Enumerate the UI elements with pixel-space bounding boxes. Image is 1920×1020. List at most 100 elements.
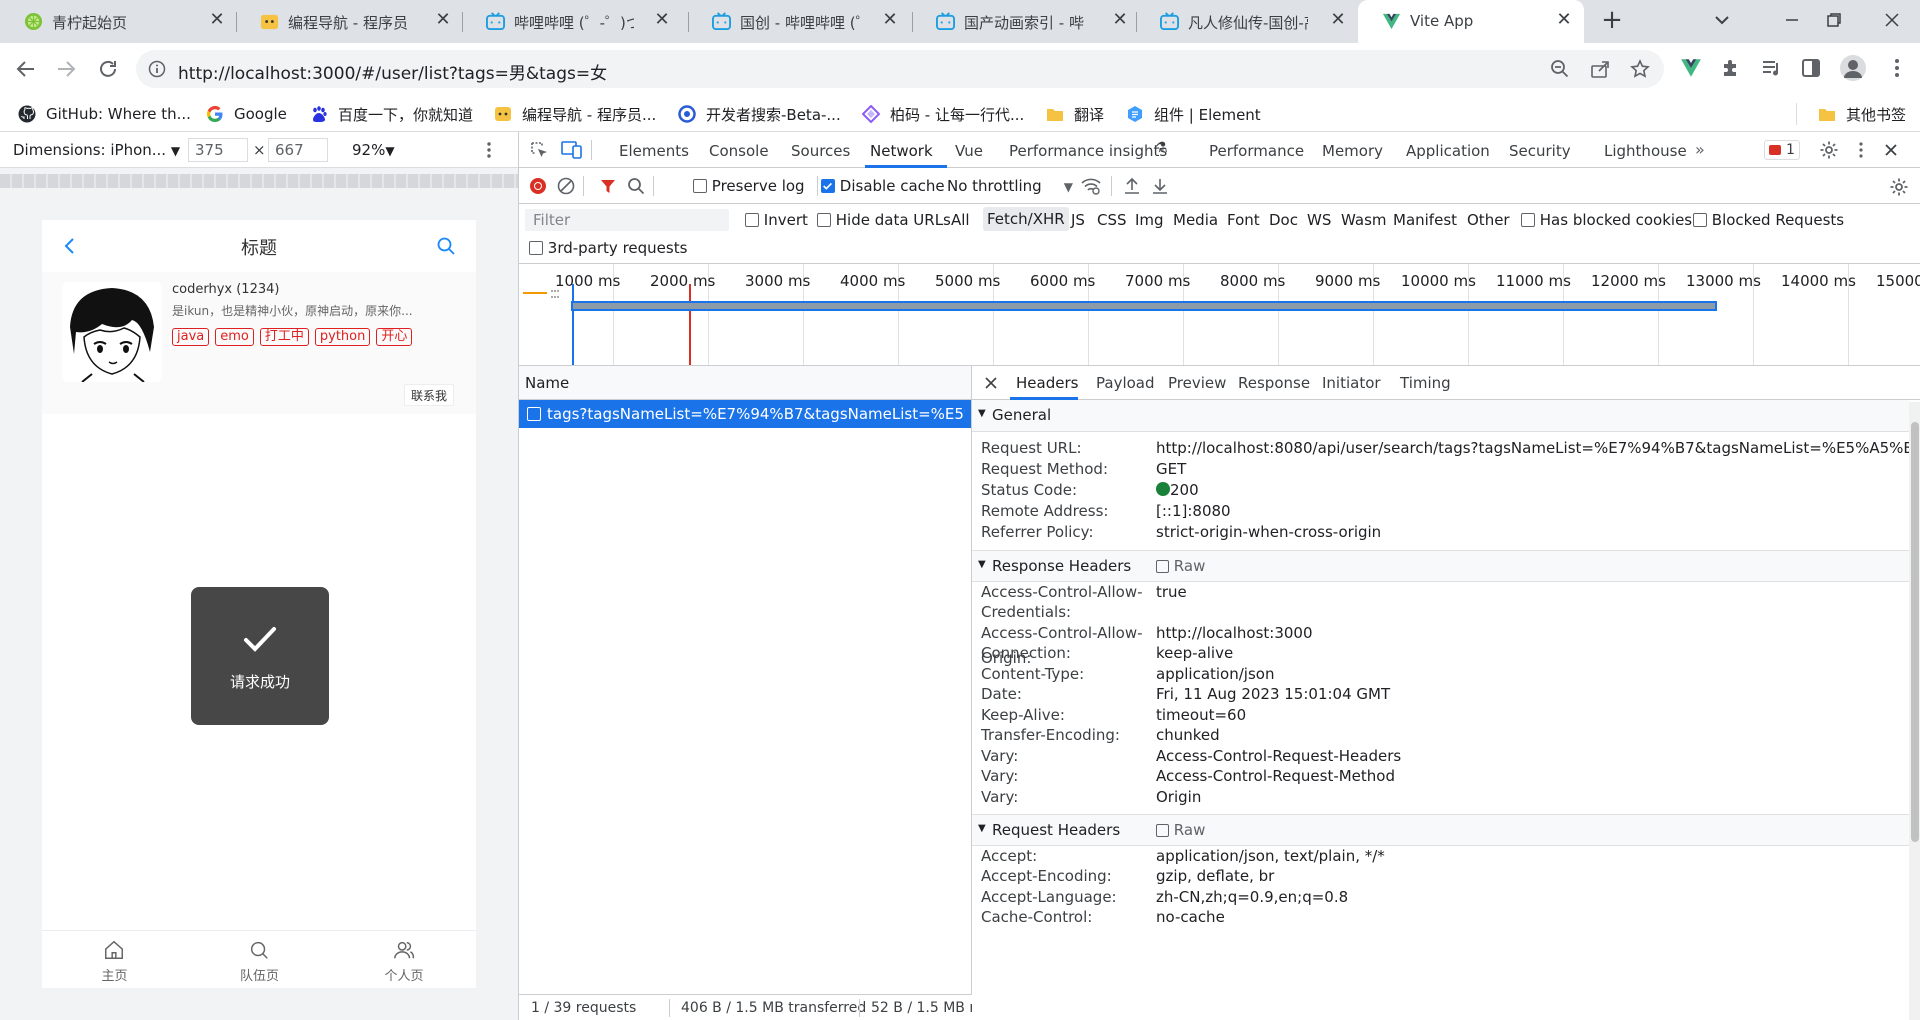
browser-tab[interactable]: 国创 - 哔哩哔哩 (゜-゜) ✕ [688, 0, 912, 43]
profile-avatar-icon[interactable] [1840, 55, 1866, 81]
omnibox[interactable]: http://localhost:3000/#/user/list?tags=男… [136, 50, 1664, 88]
bookmark-item[interactable]: 开发者搜索-Beta-... [678, 103, 841, 125]
throttling-select[interactable]: No throttling ▼ [947, 177, 1073, 195]
devtools-tab-elements[interactable]: Elements [619, 142, 689, 160]
filter-type-img[interactable]: Img [1135, 211, 1164, 229]
contact-button[interactable]: 联系我 [404, 384, 455, 406]
zoom-select[interactable]: 92%▼ [352, 141, 395, 159]
clear-icon[interactable] [557, 177, 575, 195]
close-icon[interactable]: ✕ [431, 8, 455, 32]
checkbox[interactable] [529, 241, 543, 255]
vue-devtools-icon[interactable] [1680, 57, 1702, 79]
record-icon[interactable] [529, 177, 547, 195]
browser-tab[interactable]: 凡人修仙传-国创-高清 ✕ [1136, 0, 1358, 43]
close-icon[interactable]: ✕ [1552, 8, 1576, 32]
filter-input[interactable]: Filter [525, 209, 729, 231]
checkbox[interactable] [1693, 213, 1707, 227]
filter-type-media[interactable]: Media [1173, 211, 1218, 229]
checkbox[interactable] [817, 213, 831, 227]
filter-type-js[interactable]: JS [1071, 211, 1085, 229]
network-conditions-icon[interactable] [1081, 177, 1101, 195]
filter-type-doc[interactable]: Doc [1269, 211, 1298, 229]
device-height-input[interactable]: 667 [268, 138, 328, 162]
browser-tab[interactable]: 哔哩哔哩 (゜-゜)つロ 干杯 ✕ [462, 0, 694, 43]
browser-tab[interactable]: 编程导航 - 程序员必备 ✕ [236, 0, 468, 43]
chevron-down-icon[interactable] [1710, 8, 1734, 32]
bookmark-item[interactable]: 百度一下，你就知道 [310, 103, 473, 125]
network-overview-timeline[interactable]: 1000 ms 2000 ms 3000 ms 4000 ms 5000 ms … [519, 264, 1920, 366]
search-icon[interactable] [627, 177, 645, 195]
preserve-log-checkbox[interactable]: Preserve log [693, 177, 805, 195]
device-toggle-icon[interactable] [561, 140, 583, 160]
filter-icon[interactable] [599, 177, 617, 195]
tabbar-item-team[interactable]: 队伍页 [187, 931, 332, 989]
filter-type-fetch-xhr[interactable]: Fetch/XHR [983, 207, 1069, 231]
checkbox[interactable] [1156, 560, 1169, 573]
third-party-checkbox[interactable]: 3rd-party requests [529, 239, 687, 257]
detail-tab-initiator[interactable]: Initiator [1322, 374, 1381, 392]
user-card[interactable]: coderhyx (1234) 是ikun，也是精神小伙，原神启动，原来你...… [42, 272, 476, 414]
bookmark-item[interactable]: 组件 | Element [1126, 103, 1261, 125]
filter-type-manifest[interactable]: Manifest [1393, 211, 1457, 229]
search-icon[interactable] [436, 236, 456, 256]
name-column-header[interactable]: Name [525, 374, 569, 392]
network-settings-icon[interactable] [1889, 177, 1909, 197]
devtools-tab-vue[interactable]: Vue [955, 142, 983, 160]
devtools-tab-performance[interactable]: Performance [1209, 142, 1304, 160]
device-more-icon[interactable] [480, 140, 498, 160]
filter-type-other[interactable]: Other [1467, 211, 1510, 229]
disable-cache-checkbox[interactable]: Disable cache [821, 177, 945, 195]
filter-type-font[interactable]: Font [1227, 211, 1260, 229]
more-tabs-icon[interactable]: » [1695, 140, 1705, 159]
browser-tab-active[interactable]: Vite App ✕ [1358, 0, 1584, 43]
browser-tab[interactable]: 国产动画索引 - 哔哩哔哩 ✕ [912, 0, 1140, 43]
browser-tab[interactable]: 青柠起始页 ✕ [0, 0, 236, 43]
close-icon[interactable]: ✕ [1108, 8, 1132, 32]
filter-type-wasm[interactable]: Wasm [1341, 211, 1387, 229]
checkbox[interactable] [693, 179, 707, 193]
devtools-tab-network[interactable]: Network [870, 142, 933, 160]
devtools-kebab-icon[interactable] [1853, 140, 1869, 160]
checkbox[interactable] [1156, 824, 1169, 837]
reload-icon[interactable] [96, 57, 120, 81]
zoom-icon[interactable] [1550, 59, 1570, 79]
devtools-tab-memory[interactable]: Memory [1322, 142, 1383, 160]
tabbar-item-home[interactable]: 主页 [42, 931, 187, 989]
back-icon[interactable] [14, 57, 38, 81]
devtools-tab-lighthouse[interactable]: Lighthouse [1604, 142, 1687, 160]
menu-kebab-icon[interactable] [1886, 57, 1908, 79]
request-row-selected[interactable]: tags?tagsNameList=%E7%94%B7&tagsNameList… [519, 400, 971, 428]
details-scrollbar[interactable] [1909, 402, 1920, 1020]
raw-toggle[interactable]: Raw [1156, 557, 1205, 575]
device-width-input[interactable]: 375 [188, 138, 248, 162]
bookmark-item[interactable]: 柏码 - 让每一行代... [862, 103, 1024, 125]
filter-type-ws[interactable]: WS [1307, 211, 1331, 229]
extensions-icon[interactable] [1720, 57, 1742, 79]
error-badge[interactable]: 1 [1764, 140, 1800, 160]
media-control-icon[interactable] [1760, 57, 1782, 79]
filter-type-css[interactable]: CSS [1097, 211, 1127, 229]
invert-checkbox[interactable]: Invert [745, 211, 808, 229]
info-icon[interactable] [148, 60, 166, 78]
has-blocked-cookies-checkbox[interactable]: Has blocked cookies [1521, 211, 1692, 229]
close-icon[interactable]: ✕ [650, 8, 674, 32]
close-window-icon[interactable] [1880, 8, 1904, 32]
hide-data-urls-checkbox[interactable]: Hide data URLs [817, 211, 951, 229]
bookmark-item[interactable]: Google [206, 103, 287, 125]
bookmark-star-icon[interactable] [1630, 59, 1650, 79]
filter-type-all[interactable]: All [951, 211, 970, 229]
devtools-tab-application[interactable]: Application [1406, 142, 1490, 160]
raw-toggle[interactable]: Raw [1156, 821, 1205, 839]
settings-gear-icon[interactable] [1819, 140, 1839, 160]
new-tab-button[interactable]: + [1598, 6, 1626, 34]
minimize-icon[interactable] [1780, 8, 1804, 32]
devtools-tab-sources[interactable]: Sources [791, 142, 850, 160]
tabbar-item-profile[interactable]: 个人页 [332, 931, 476, 989]
close-icon[interactable]: ✕ [1326, 8, 1350, 32]
response-headers-section-header[interactable]: ▼ Response Headers Raw [972, 550, 1909, 582]
share-icon[interactable] [1590, 59, 1610, 79]
device-dimensions-select[interactable]: Dimensions: iPhon... ▼ [13, 141, 180, 159]
close-icon[interactable]: ✕ [878, 8, 902, 32]
forward-icon[interactable] [54, 57, 78, 81]
close-icon[interactable]: ✕ [205, 8, 229, 32]
